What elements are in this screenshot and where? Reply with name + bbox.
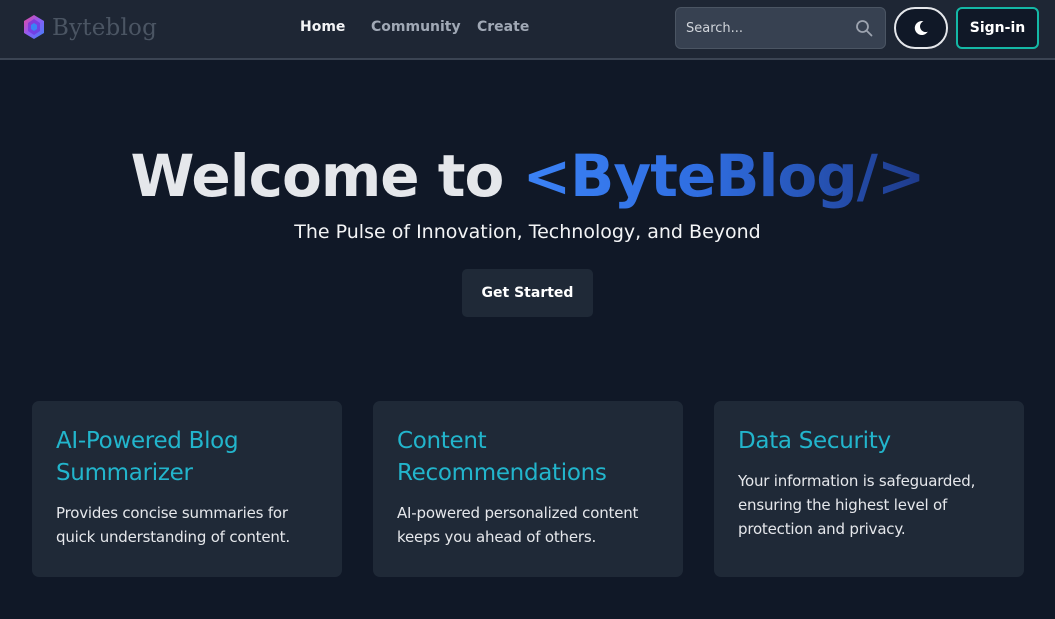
search-icon[interactable] <box>855 19 873 37</box>
brand[interactable]: Byteblog <box>22 13 157 43</box>
feature-card-title: Data Security <box>738 428 891 454</box>
feature-card-summarizer: AI-Powered Blog Summarizer Provides conc… <box>32 401 342 577</box>
hexagon-gradient-logo <box>24 15 44 39</box>
get-started-button[interactable]: Get Started <box>462 269 593 317</box>
feature-card-title: AI-Powered Blog Summarizer <box>56 428 239 486</box>
nav-link-home[interactable]: Home <box>300 19 345 35</box>
feature-card-text: Provides concise summaries for quick und… <box>56 504 290 546</box>
moon-icon <box>914 20 928 35</box>
feature-card-recommendations: Content Recommendations AI-powered perso… <box>373 401 683 577</box>
feature-card-text: AI-powered personalized content keeps yo… <box>397 504 639 546</box>
hero-title-brand: <ByteBlog/> <box>522 142 926 210</box>
hero-title-welcome: Welcome to <box>130 142 523 210</box>
feature-card-security: Data Security Your information is safegu… <box>714 401 1024 577</box>
search-box <box>675 7 886 49</box>
search-input[interactable] <box>676 8 846 48</box>
nav-link-community[interactable]: Community <box>371 19 461 35</box>
hero-subtitle: The Pulse of Innovation, Technology, and… <box>294 221 761 243</box>
feature-card-title: Content Recommendations <box>397 428 607 486</box>
hero-title: Welcome to <ByteBlog/> <box>0 140 1055 212</box>
brand-name: Byteblog <box>52 15 157 41</box>
nav-link-create[interactable]: Create <box>477 19 529 35</box>
theme-toggle-button[interactable] <box>894 7 948 49</box>
feature-card-text: Your information is safeguarded, ensurin… <box>738 472 976 538</box>
sign-in-button[interactable]: Sign-in <box>956 7 1039 49</box>
navbar: Byteblog Home Community Create Sign-in <box>0 0 1055 60</box>
